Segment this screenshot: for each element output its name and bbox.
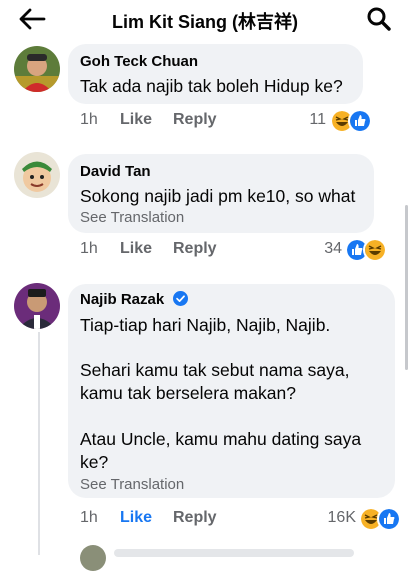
top-bar: Lim Kit Siang (林吉祥) [0,0,410,40]
avatar-goh-teck-chuan[interactable] [14,46,60,92]
comment-bubble[interactable]: Najib Razak Tiap-tiap hari Najib, Najib,… [68,284,395,498]
reaction-count[interactable]: 11 [296,111,326,129]
like-button[interactable]: Like [120,240,152,258]
profile-photo-icon [80,545,106,571]
search-icon [367,7,391,31]
comment-time: 1h [80,111,98,128]
comment-text-line: Tiap-tiap hari Najib, Najib, Najib. [80,315,331,335]
profile-photo-icon [14,152,60,198]
reply-button[interactable]: Reply [173,111,217,129]
comment-bubble[interactable]: David Tan Sokong najib jadi pm ke10, so … [68,154,374,233]
scrollbar[interactable] [405,205,408,370]
haha-reaction-icon [363,238,387,262]
profile-photo-icon [14,283,60,329]
comment-text-line: kamu tak berselera makan? [80,383,296,403]
comment-author[interactable]: Goh Teck Chuan [80,53,198,70]
comment-text-line: ke? [80,452,109,472]
page-title: Lim Kit Siang (林吉祥) [112,12,298,32]
like-button[interactable]: Like [120,509,152,527]
comment-time: 1h [80,509,98,526]
reply-preview[interactable] [114,549,354,557]
verified-badge-icon [173,291,189,306]
see-translation-link[interactable]: See Translation [80,209,184,226]
reaction-count[interactable]: 34 [312,240,342,258]
comment-text-line: Sehari kamu tak sebut nama saya, [80,360,350,380]
comment-time: 1h [80,240,98,257]
like-reaction-icon [348,109,372,133]
avatar-najib-razak[interactable] [14,283,60,329]
comment-author-row: Najib Razak [80,291,189,308]
comment-text-line: Atau Uncle, kamu mahu dating saya [80,429,362,449]
reply-button[interactable]: Reply [173,240,217,258]
see-translation-link[interactable]: See Translation [80,476,184,493]
reaction-count[interactable]: 16K [318,509,356,527]
comment-bubble[interactable]: Goh Teck Chuan Tak ada najib tak boleh H… [68,44,363,104]
profile-photo-icon [14,46,60,92]
reply-button[interactable]: Reply [173,509,217,527]
reply-thread-line [38,332,40,555]
comment-text: Tak ada najib tak boleh Hidup ke? [80,76,343,96]
avatar-david-tan[interactable] [14,152,60,198]
comment-author[interactable]: Najib Razak [80,291,164,308]
like-button[interactable]: Like [120,111,152,129]
comment-author[interactable]: David Tan [80,163,151,180]
comment-text: Sokong najib jadi pm ke10, so what [80,186,356,206]
reply-avatar[interactable] [80,545,106,571]
like-reaction-icon [377,507,401,531]
search-button[interactable] [366,6,392,32]
